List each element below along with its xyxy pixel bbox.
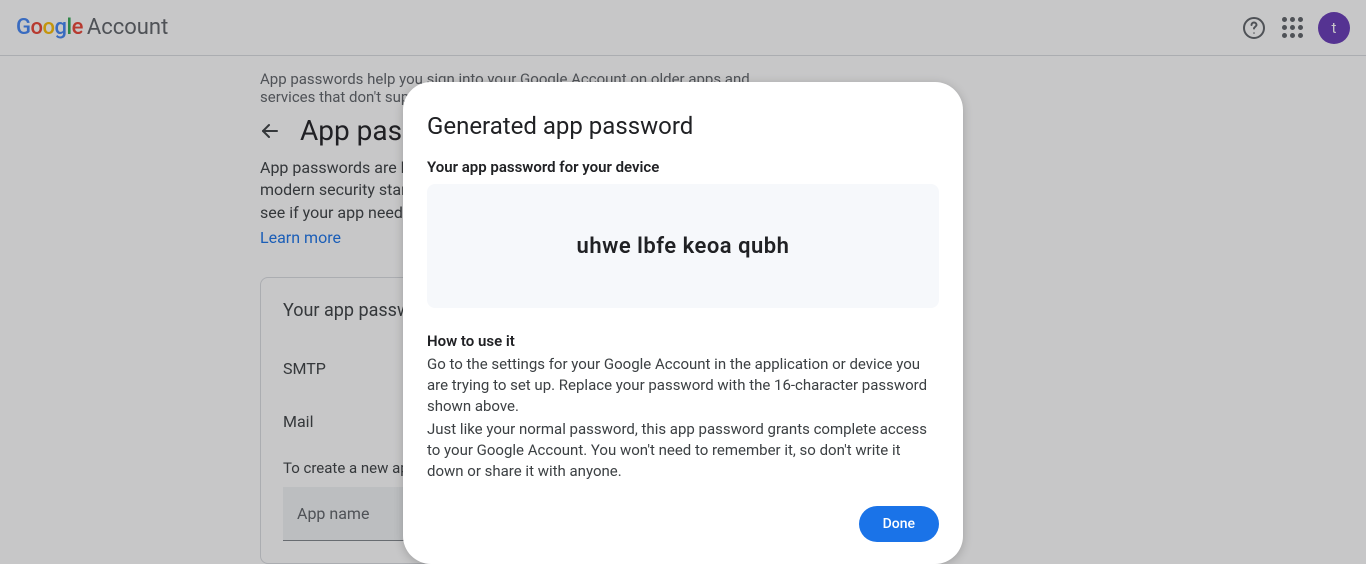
modal-overlay[interactable]: Generated app password Your app password… xyxy=(0,0,1366,564)
done-button[interactable]: Done xyxy=(859,506,939,542)
modal-title: Generated app password xyxy=(427,112,939,140)
howto-title: How to use it xyxy=(427,332,939,350)
password-box: uhwe lbfe keoa qubh xyxy=(427,184,939,308)
howto-paragraph: Just like your normal password, this app… xyxy=(427,419,939,482)
modal-subtitle: Your app password for your device xyxy=(427,158,939,176)
howto-paragraph: Go to the settings for your Google Accou… xyxy=(427,354,939,417)
generated-password: uhwe lbfe keoa qubh xyxy=(577,234,790,259)
modal-actions: Done xyxy=(427,506,939,542)
generated-password-modal: Generated app password Your app password… xyxy=(403,82,963,564)
